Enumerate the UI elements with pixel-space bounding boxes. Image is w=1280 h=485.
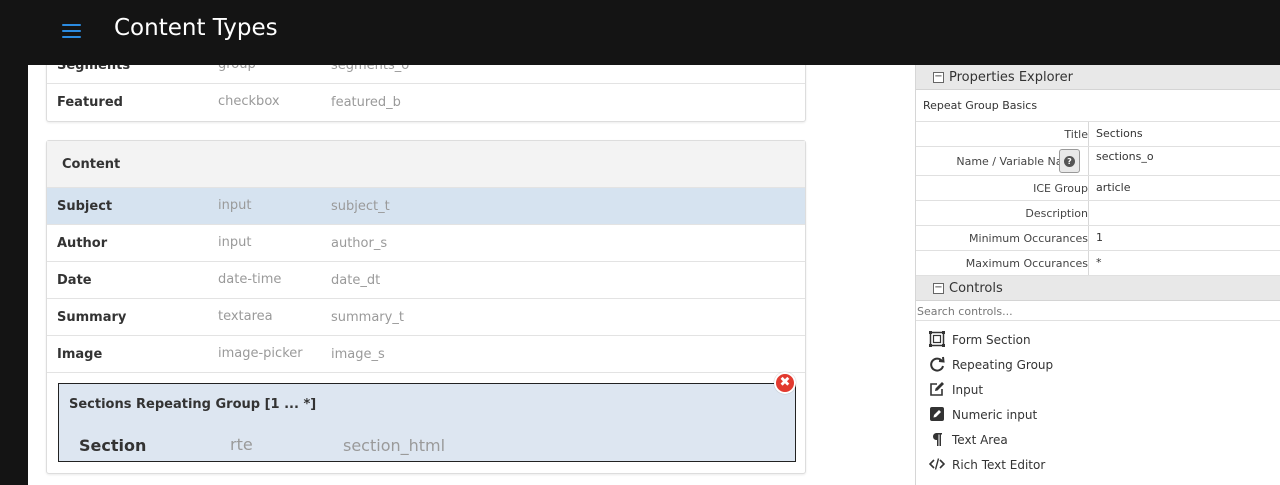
help-button[interactable]: ?: [1059, 149, 1080, 173]
hamburger-menu-icon[interactable]: [62, 24, 81, 40]
field-row-image[interactable]: Image image-picker image_s: [47, 336, 805, 373]
collapse-icon[interactable]: −: [933, 283, 944, 294]
controls-search: [916, 301, 1280, 321]
field-variable: summary_t: [331, 310, 404, 325]
property-label: Title: [1064, 128, 1088, 141]
field-variable: image_s: [331, 347, 385, 362]
control-input[interactable]: Input: [916, 377, 1280, 402]
collapse-icon[interactable]: −: [933, 72, 944, 83]
question-icon: ?: [1064, 156, 1075, 167]
field-type: rte: [230, 435, 253, 454]
controls-header[interactable]: − Controls: [916, 276, 1280, 301]
left-sidebar-strip: [0, 65, 28, 485]
field-type: image-picker: [218, 346, 303, 361]
property-group-row: Repeat Group Basics: [916, 90, 1280, 122]
control-repeating-group[interactable]: Repeating Group: [916, 352, 1280, 377]
control-label: Repeating Group: [952, 358, 1054, 372]
property-row-variable-name[interactable]: Name / Variable Name ? sections_o: [916, 147, 1280, 176]
control-label: Rich Text Editor: [952, 458, 1046, 472]
property-value[interactable]: *: [1096, 256, 1102, 269]
field-type: date-time: [218, 272, 282, 287]
field-variable: featured_b: [331, 95, 401, 110]
field-row-section[interactable]: Section rte section_html: [59, 428, 795, 461]
properties-explorer-title: Properties Explorer: [949, 70, 1073, 85]
field-row-summary[interactable]: Summary textarea summary_t: [47, 299, 805, 336]
form-canvas: Segments group segments_o Featured check…: [28, 65, 915, 485]
properties-explorer-header[interactable]: − Properties Explorer: [916, 65, 1280, 90]
property-label: ICE Group: [1033, 182, 1088, 195]
top-section: Segments group segments_o Featured check…: [46, 65, 806, 122]
pencil-square-icon: [930, 407, 944, 421]
field-variable: author_s: [331, 236, 388, 251]
control-form-section[interactable]: Form Section: [916, 327, 1280, 352]
search-controls-input[interactable]: [916, 303, 1276, 319]
page-title: Content Types: [114, 15, 278, 41]
edit-icon: [930, 382, 944, 396]
control-text-area[interactable]: Text Area: [916, 427, 1280, 452]
controls-title: Controls: [949, 281, 1003, 296]
property-row-title[interactable]: Title Sections: [916, 122, 1280, 147]
property-label: Description: [1025, 207, 1088, 220]
repeat-group-container: Sections Repeating Group [1 ... *] Secti…: [47, 373, 805, 473]
field-type: checkbox: [218, 94, 280, 109]
property-value[interactable]: article: [1096, 181, 1131, 194]
field-name: Segments: [57, 65, 131, 73]
property-row-ice-group[interactable]: ICE Group article: [916, 176, 1280, 201]
field-variable: date_dt: [331, 273, 381, 288]
field-name: Subject: [57, 199, 113, 214]
field-row-subject[interactable]: Subject input subject_t: [47, 188, 805, 225]
field-variable: section_html: [343, 436, 446, 455]
property-value[interactable]: sections_o: [1096, 150, 1154, 163]
repeat-group[interactable]: Sections Repeating Group [1 ... *] Secti…: [58, 383, 796, 462]
control-label: Input: [952, 383, 984, 397]
field-name: Image: [57, 347, 103, 362]
controls-list: Form Section Repeating Group Input Numer…: [916, 321, 1280, 477]
control-label: Form Section: [952, 333, 1031, 347]
property-row-min-occurances[interactable]: Minimum Occurances 1: [916, 226, 1280, 251]
content-section[interactable]: Content Subject input subject_t Author i…: [46, 140, 806, 474]
field-row-author[interactable]: Author input author_s: [47, 225, 805, 262]
property-label: Minimum Occurances: [969, 232, 1088, 245]
paragraph-icon: [932, 433, 942, 446]
field-type: textarea: [218, 309, 273, 324]
control-numeric-input[interactable]: Numeric input: [916, 402, 1280, 427]
right-panel: − Properties Explorer Repeat Group Basic…: [915, 65, 1280, 485]
top-bar: Content Types: [0, 0, 1280, 65]
field-name: Featured: [57, 95, 123, 110]
control-rich-text-editor[interactable]: Rich Text Editor: [916, 452, 1280, 477]
field-name: Section: [79, 436, 147, 455]
field-type: input: [218, 235, 252, 250]
property-value[interactable]: Sections: [1096, 127, 1143, 140]
field-type: group: [218, 65, 256, 72]
field-row-featured[interactable]: Featured checkbox featured_b: [47, 84, 805, 121]
field-name: Date: [57, 273, 92, 288]
field-name: Summary: [57, 310, 127, 325]
form-section-icon: [929, 331, 945, 347]
field-name: Author: [57, 236, 108, 251]
delete-icon[interactable]: ✖: [774, 372, 796, 394]
field-variable: subject_t: [331, 199, 390, 214]
field-row-segments[interactable]: Segments group segments_o: [47, 65, 805, 84]
property-value[interactable]: 1: [1096, 231, 1103, 244]
code-icon: [929, 458, 945, 470]
field-variable: segments_o: [331, 65, 410, 73]
section-title: Content: [62, 157, 121, 172]
control-label: Text Area: [952, 433, 1008, 447]
property-label: Maximum Occurances: [965, 257, 1088, 270]
control-label: Numeric input: [952, 408, 1038, 422]
property-group-label: Repeat Group Basics: [923, 99, 1038, 112]
property-row-max-occurances[interactable]: Maximum Occurances *: [916, 251, 1280, 276]
field-type: input: [218, 198, 252, 213]
repeat-icon: [930, 356, 945, 372]
field-row-date[interactable]: Date date-time date_dt: [47, 262, 805, 299]
property-row-description[interactable]: Description: [916, 201, 1280, 226]
section-header[interactable]: Content: [47, 141, 805, 188]
repeat-group-title: Sections Repeating Group [1 ... *]: [69, 397, 317, 412]
